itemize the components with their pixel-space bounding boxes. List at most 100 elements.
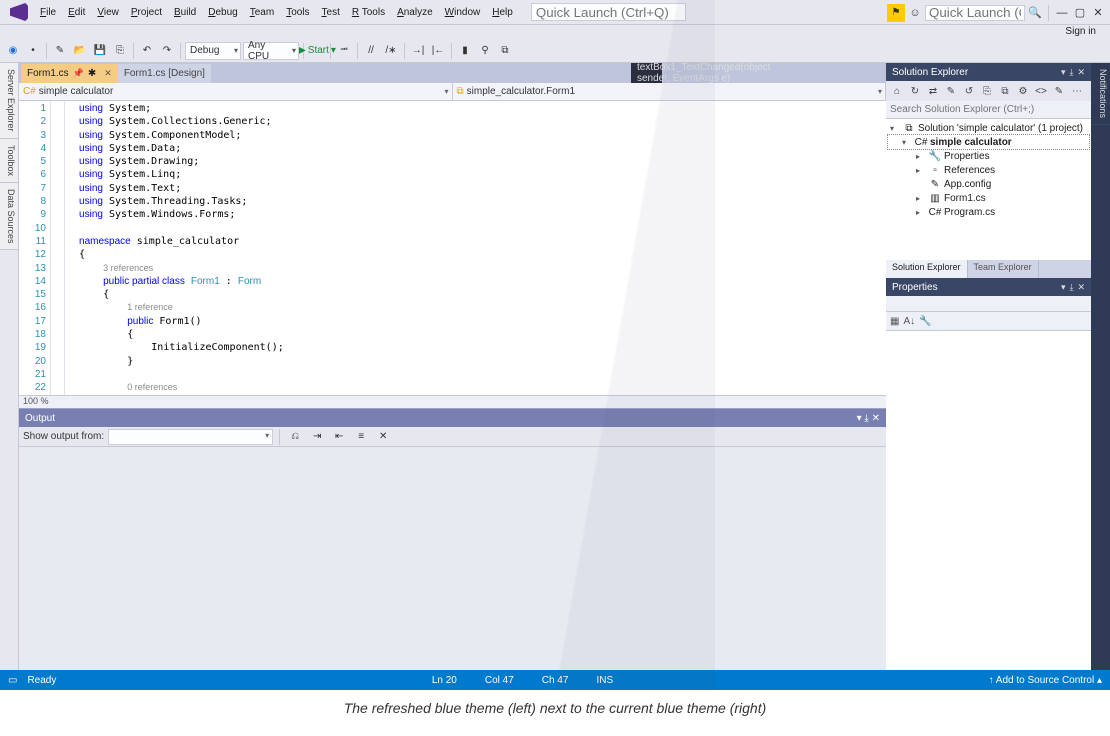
dock-tab-notifications[interactable]: Notifications [1091, 63, 1110, 125]
output-body[interactable] [19, 447, 886, 670]
properties-body[interactable] [886, 330, 1091, 670]
solution-tree[interactable]: ▾⧉Solution 'simple calculator' (1 projec… [886, 119, 1091, 260]
step-icon[interactable]: ⭲ [335, 42, 353, 60]
se-dropdown-icon[interactable]: ▾ [1061, 67, 1066, 78]
tree-node[interactable]: ▸🔧Properties [888, 149, 1089, 163]
nav-member-combo[interactable]: ⧉simple_calculator.Form1 [453, 83, 887, 100]
fold-gutter[interactable] [51, 101, 65, 395]
menu-project[interactable]: Project [125, 4, 168, 21]
tab-form1-cs[interactable]: Form1.cs📌✱✕ [21, 64, 118, 83]
se-close-icon[interactable]: ✕ [1077, 67, 1085, 78]
uncomment-icon[interactable]: /∗ [382, 42, 400, 60]
search-icon[interactable]: 🔍 [1027, 5, 1043, 21]
menu-help[interactable]: Help [486, 4, 519, 21]
output-close-icon[interactable]: ✕ [872, 413, 880, 424]
code-editor[interactable]: 1234567891011121314151617181920212223242… [19, 101, 886, 395]
output-window: Output ▾ ⤓ ✕ Show output from: ⎌⇥⇤≡✕ [19, 408, 886, 670]
menu-view[interactable]: View [91, 4, 125, 21]
save-all-icon[interactable]: ⎘ [111, 42, 129, 60]
separator [1048, 5, 1049, 21]
se-pin-icon[interactable]: ⤓ [1069, 67, 1073, 78]
dock-tab-toolbox[interactable]: Toolbox [0, 139, 18, 183]
menu-build[interactable]: Build [168, 4, 202, 21]
start-button[interactable]: ▶ Start ▾ [308, 42, 326, 60]
redo-icon[interactable]: ↷ [158, 42, 176, 60]
save-icon[interactable]: 💾 [91, 42, 109, 60]
indent-icon[interactable]: →| [409, 42, 427, 60]
output-source-combo[interactable] [108, 429, 273, 445]
add-source-control[interactable]: ↑ Add to Source Control ▴ [989, 675, 1102, 686]
output-tool-icon-1[interactable]: ⇥ [308, 428, 326, 446]
menu-debug[interactable]: Debug [202, 4, 243, 21]
se-tool-icon-7[interactable]: ⚙ [1015, 83, 1031, 99]
tree-node[interactable]: ▸▥Form1.cs [888, 191, 1089, 205]
menu-analyze[interactable]: Analyze [391, 4, 439, 21]
sign-in-link[interactable]: Sign in [1059, 25, 1102, 39]
menu-r-tools[interactable]: R Tools [346, 4, 391, 21]
props-pin-icon[interactable]: ⤓ [1069, 282, 1073, 293]
tree-node[interactable]: ▸▫References [888, 163, 1089, 177]
tree-node[interactable]: ▾C#simple calculator [888, 135, 1089, 149]
se-tool-icon-2[interactable]: ⇄ [925, 83, 941, 99]
se-tool-icon-8[interactable]: <> [1033, 83, 1049, 99]
se-tool-icon-10[interactable]: ⋯ [1069, 83, 1085, 99]
panel-tab-solution-explorer[interactable]: Solution Explorer [886, 260, 968, 278]
quick-launch-input[interactable] [531, 3, 686, 21]
toggle-icon[interactable]: ⧉ [496, 42, 514, 60]
close-tab-icon[interactable]: ✕ [104, 68, 112, 79]
se-tool-icon-9[interactable]: ✎ [1051, 83, 1067, 99]
props-close-icon[interactable]: ✕ [1077, 282, 1085, 293]
menu-team[interactable]: Team [244, 4, 280, 21]
props-dropdown-icon[interactable]: ▾ [1061, 282, 1066, 293]
menu-test[interactable]: Test [316, 4, 346, 21]
vs-logo-icon [10, 3, 28, 21]
outdent-icon[interactable]: |← [429, 42, 447, 60]
config-combo[interactable]: Debug [185, 42, 241, 60]
output-tool-icon-2[interactable]: ⇤ [330, 428, 348, 446]
minimize-icon[interactable]: — [1054, 5, 1070, 21]
nav-scope-combo[interactable]: C#simple calculator [19, 83, 453, 100]
properties-title: Properties [892, 282, 938, 293]
menu-window[interactable]: Window [439, 4, 487, 21]
bookmark-icon[interactable]: ▮ [456, 42, 474, 60]
se-tool-icon-6[interactable]: ⧉ [997, 83, 1013, 99]
se-tool-icon-4[interactable]: ↺ [961, 83, 977, 99]
se-tool-icon-5[interactable]: ⎘ [979, 83, 995, 99]
undo-icon[interactable]: ↶ [138, 42, 156, 60]
new-icon[interactable]: ✎ [51, 42, 69, 60]
menu-file[interactable]: File [34, 4, 62, 21]
comment-icon[interactable]: // [362, 42, 380, 60]
pin-icon[interactable]: 📌 [73, 68, 84, 79]
tree-node[interactable]: ▸C#Program.cs [888, 205, 1089, 219]
menu-tools[interactable]: Tools [280, 4, 315, 21]
feedback-icon[interactable]: ☺ [907, 5, 923, 21]
menu-edit[interactable]: Edit [62, 4, 91, 21]
se-tool-icon-0[interactable]: ⌂ [889, 83, 905, 99]
maximize-icon[interactable]: ▢ [1072, 5, 1088, 21]
platform-combo[interactable]: Any CPU [243, 42, 299, 60]
tree-node[interactable]: ✎App.config [888, 177, 1089, 191]
output-dropdown-icon[interactable]: ▾ [857, 413, 862, 424]
tree-node[interactable]: ▾⧉Solution 'simple calculator' (1 projec… [888, 121, 1089, 135]
props-tool-icon-2[interactable]: 🔧 [919, 316, 931, 327]
dock-tab-data-sources[interactable]: Data Sources [0, 183, 18, 251]
se-tool-icon-3[interactable]: ✎ [943, 83, 959, 99]
panel-tab-team-explorer[interactable]: Team Explorer [968, 260, 1039, 278]
props-tool-icon-1[interactable]: A↓ [903, 316, 915, 327]
se-tool-icon-1[interactable]: ↻ [907, 83, 923, 99]
open-icon[interactable]: 📂 [71, 42, 89, 60]
output-tool-icon-4[interactable]: ✕ [374, 428, 392, 446]
props-tool-icon-0[interactable]: ▦ [890, 316, 899, 327]
find-icon[interactable]: ⚲ [476, 42, 494, 60]
back-icon[interactable]: ◉ [4, 42, 22, 60]
tab-form1-design[interactable]: Form1.cs [Design] [118, 64, 211, 83]
dock-tab-server-explorer[interactable]: Server Explorer [0, 63, 18, 139]
output-pin-icon[interactable]: ⤓ [864, 413, 868, 424]
notification-flag-icon[interactable]: ⚑ [887, 4, 905, 22]
quick-launch-input-right[interactable] [925, 5, 1025, 21]
output-tool-icon-3[interactable]: ≡ [352, 428, 370, 446]
output-tool-icon-0[interactable]: ⎌ [286, 428, 304, 446]
close-icon[interactable]: ✕ [1090, 5, 1106, 21]
solution-search-input[interactable] [886, 101, 1091, 118]
forward-icon[interactable]: • [24, 42, 42, 60]
